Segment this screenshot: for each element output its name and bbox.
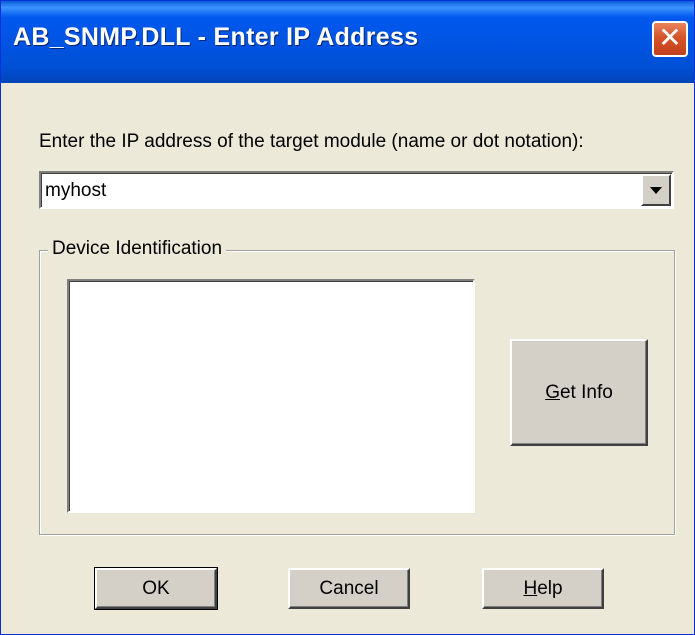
dialog-window: AB_SNMP.DLL - Enter IP Address ✕ Enter t… [0,0,695,635]
dialog-body: Enter the IP address of the target modul… [5,83,690,630]
device-identification-caption: Device Identification [48,238,227,260]
ip-address-dropdown-button[interactable] [641,174,671,206]
cancel-label: Cancel [319,578,379,599]
device-info-textbox[interactable] [67,279,475,513]
ok-label: OK [142,578,170,599]
ip-address-value[interactable]: myhost [45,180,106,202]
ip-address-combobox[interactable]: myhost [39,171,674,209]
help-mnemonic: H [523,578,538,599]
help-label: elp [537,578,563,599]
ip-address-label: Enter the IP address of the target modul… [39,131,584,152]
help-button[interactable]: Help [482,568,604,609]
close-button[interactable]: ✕ [652,21,688,57]
ok-button[interactable]: OK [94,567,218,610]
cancel-button[interactable]: Cancel [288,568,410,609]
title-bar[interactable]: AB_SNMP.DLL - Enter IP Address ✕ [1,1,694,83]
get-info-button[interactable]: Get Info [510,339,648,446]
get-info-mnemonic: G [545,382,560,403]
device-identification-group: Device Identification Get Info [39,238,675,535]
window-title: AB_SNMP.DLL - Enter IP Address [13,23,419,51]
close-icon: ✕ [658,21,682,54]
get-info-label: et Info [559,382,613,403]
chevron-down-icon [650,187,662,194]
